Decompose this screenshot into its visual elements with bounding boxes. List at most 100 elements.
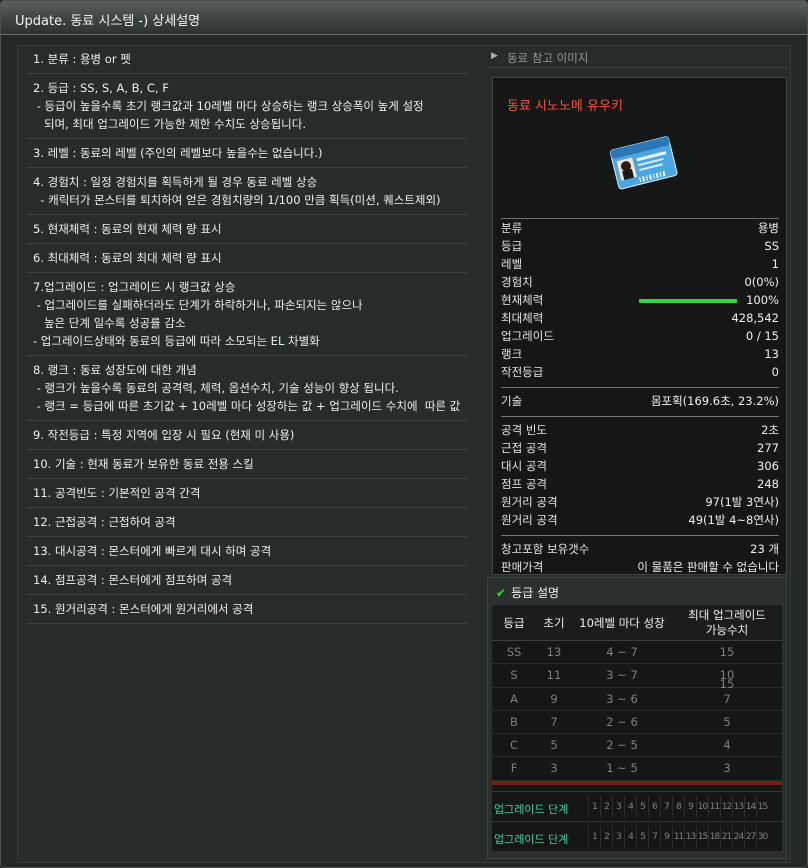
reference-image-header: ▶ 동료 참고 이미지 xyxy=(489,50,787,68)
upgrade-step-cell: 5 xyxy=(636,795,648,818)
upgrade-step-cell: 4 xyxy=(624,825,636,848)
upgrade-step-row: 업그레이드 단계 1 2 3 4 5 6 7 8 9 10 11 12 13 14 15 xyxy=(492,790,782,821)
grade-table-cell: 3 ~ 7 xyxy=(606,668,638,683)
list-item-heading: 15. 원거리공격 : 몬스터에게 원거리에서 공격 xyxy=(33,602,254,616)
list-item-heading: 14. 점프공격 : 몬스터에게 점프하며 공격 xyxy=(33,573,233,587)
list-item-detail: 되며, 최대 업그레이드 가능한 제한 수치도 상승됩니다. xyxy=(33,117,306,131)
list-item-heading: 11. 공격빈도 : 기본적인 공격 간격 xyxy=(33,486,201,500)
upgrade-step-cell: 4 xyxy=(624,795,636,818)
stat-value: 2초 xyxy=(761,423,779,437)
list-item: 12. 근접공격 : 근접하여 공격 xyxy=(27,508,467,537)
grade-table-cell: 7 xyxy=(723,691,731,706)
id-card-icon xyxy=(609,136,678,190)
stat-value: 몸포획(169.6초, 23.2%) xyxy=(650,394,779,408)
grade-table-row: S 11 3 ~ 7 10 15 xyxy=(492,664,782,691)
list-item-heading: 2. 등급 : SS, S, A, B, C, F xyxy=(33,81,169,95)
stat-row: 근접 공격 277 xyxy=(501,439,779,457)
stat-value: SS xyxy=(764,239,779,253)
upgrade-step-label: 업그레이드 단계 xyxy=(494,832,569,846)
upgrade-step-cell: 10 xyxy=(696,795,708,818)
grade-table-header: 등급 초기 10레벨 마다 성장 최대 업그레이드 가능수치 xyxy=(492,605,782,641)
list-item: 5. 현재체력 : 동료의 현재 체력 량 표시 xyxy=(27,215,467,244)
list-item-heading: 1. 분류 : 용병 or 펫 xyxy=(33,52,131,66)
upgrade-step-cell: 30 xyxy=(756,825,768,848)
list-item-detail: - 업그레이드상태와 동료의 등급에 따라 소모되는 EL 차별화 xyxy=(33,334,320,348)
grade-title: ✔ 등급 설명 xyxy=(496,584,559,604)
stat-label: 분류 xyxy=(501,221,523,235)
stat-row: 업그레이드 0 / 15 xyxy=(501,327,779,345)
grade-table-header-cell: 등급 xyxy=(503,615,525,630)
grade-table-cell: 4 xyxy=(723,738,731,753)
list-item: 11. 공격빈도 : 기본적인 공격 간격 xyxy=(27,479,467,508)
upgrade-step-cell: 15 xyxy=(756,795,768,818)
upgrade-step-cells: 1 2 3 4 5 6 7 8 9 10 11 12 13 14 15 xyxy=(588,795,768,818)
list-item: 3. 레벨 : 동료의 레벨 (주인의 레벨보다 높을수는 없습니다.) xyxy=(27,139,467,168)
upgrade-step-cell: 6 xyxy=(648,795,660,818)
upgrade-step-cell: 14 xyxy=(744,795,756,818)
stat-label: 업그레이드 xyxy=(501,329,554,343)
stat-value: 306 xyxy=(757,459,779,473)
list-item: 15. 원거리공격 : 몬스터에게 원거리에서 공격 xyxy=(27,595,467,624)
window-title: Update. 동료 시스템 -) 상세설명 xyxy=(15,14,201,29)
upgrade-step-cell: 1 xyxy=(588,825,600,848)
grade-table-row: C 5 2 ~ 5 4 xyxy=(492,734,782,758)
grade-table-cell: 1 ~ 5 xyxy=(606,761,638,776)
stat-value: 49(1발 4~8연사) xyxy=(688,513,779,527)
upgrade-step-cells: 1 2 3 4 5 7 9 11 13 15 18 21 24 27 30 xyxy=(588,825,768,848)
upgrade-step-row: 업그레이드 단계 1 2 3 4 5 7 9 11 13 15 18 21 24 27 30 xyxy=(492,820,782,851)
stat-row: 최대체력 428,542 xyxy=(501,309,779,327)
list-item: 1. 분류 : 용병 or 펫 xyxy=(27,45,467,74)
list-item-detail: - 업그레이드를 실패하더라도 단계가 하락하거나, 파손되지는 않으나 xyxy=(33,298,363,312)
divider xyxy=(501,416,779,417)
grade-table-cell: 2 ~ 5 xyxy=(606,738,638,753)
list-item-detail: 높은 단계 일수록 성공률 감소 xyxy=(33,316,186,330)
stat-label: 공격 빈도 xyxy=(501,423,547,437)
list-item-heading: 12. 근접공격 : 근접하여 공격 xyxy=(33,515,176,529)
grade-table-cell: 3 xyxy=(550,761,558,776)
grade-description-section: ✔ 등급 설명 등급 초기 10레벨 마다 성장 최대 업그레이드 가능수치 SS 13 4 … xyxy=(487,577,787,859)
list-item: 10. 기술 : 현재 동료가 보유한 동료 전용 스킬 xyxy=(27,450,467,479)
stat-value: 100% xyxy=(746,293,779,307)
list-item: 2. 등급 : SS, S, A, B, C, F - 등급이 높을수록 초기 … xyxy=(27,74,467,139)
upgrade-step-cell: 3 xyxy=(612,825,624,848)
grade-table-cell: 11 xyxy=(546,668,562,683)
grade-table-row: F 3 1 ~ 5 3 xyxy=(492,757,782,781)
stat-value: 1 xyxy=(771,257,779,271)
grade-table-cell: F xyxy=(510,761,518,776)
stat-row: 대시 공격 306 xyxy=(501,457,779,475)
stat-row: 창고포함 보유갯수 23 개 xyxy=(501,540,779,558)
stat-row: 현재체력 100% xyxy=(501,291,779,309)
stat-row: 판매가격 이 물품은 판매할 수 없습니다 xyxy=(501,558,779,576)
upgrade-step-cell: 27 xyxy=(744,825,756,848)
list-item-heading: 10. 기술 : 현재 동료가 보유한 동료 전용 스킬 xyxy=(33,457,254,471)
stat-label: 랭크 xyxy=(501,347,523,361)
stat-row: 경험치 0(0%) xyxy=(501,273,779,291)
grade-table-cell: 9 xyxy=(550,691,558,706)
grade-table-row: B 7 2 ~ 6 5 xyxy=(492,711,782,735)
grade-table-cell: 3 xyxy=(723,761,731,776)
stat-label: 판매가격 xyxy=(501,560,544,574)
list-item-heading: 13. 대시공격 : 몬스터에게 빠르게 대시 하며 공격 xyxy=(33,544,272,558)
list-item: 7.업그레이드 : 업그레이드 시 랭크값 상승 - 업그레이드를 실패하더라도… xyxy=(27,273,467,356)
upgrade-step-cell: 8 xyxy=(672,795,684,818)
grade-table-cell: 3 ~ 6 xyxy=(606,691,638,706)
stat-row: 랭크 13 xyxy=(501,345,779,363)
title-bar[interactable]: Update. 동료 시스템 -) 상세설명 xyxy=(1,1,807,35)
stat-label: 최대체력 xyxy=(501,311,544,325)
list-item: 6. 최대체력 : 동료의 최대 체력 량 표시 xyxy=(27,244,467,273)
stat-label: 레벨 xyxy=(501,257,523,271)
grade-table: 등급 초기 10레벨 마다 성장 최대 업그레이드 가능수치 SS 13 4 ~ 7 15 S 1… xyxy=(492,605,782,851)
stat-label: 현재체력 xyxy=(501,293,544,307)
hp-bar-fill xyxy=(639,299,737,303)
stat-value: 23 개 xyxy=(750,542,779,556)
stat-value: 13 xyxy=(764,347,779,361)
grade-table-row: SS 13 4 ~ 7 15 xyxy=(492,641,782,665)
grade-table-cell: 7 xyxy=(550,714,558,729)
stat-value: 0 xyxy=(771,365,779,379)
stat-row: 분류 용병 xyxy=(501,219,779,237)
companion-tooltip-card: 동료 시노노메 유우키 분류 용병 등급 SS 레벨 1 경험치 0(0%) 현재체력 100 xyxy=(492,77,787,575)
grade-table-header-cell: 최대 업그레이드 가능수치 xyxy=(688,608,766,637)
stat-row: 원거리 공격 97(1발 3연사) xyxy=(501,493,779,511)
stat-label: 대시 공격 xyxy=(501,459,547,473)
stat-row: 기술 몸포획(169.6초, 23.2%) xyxy=(501,392,779,410)
